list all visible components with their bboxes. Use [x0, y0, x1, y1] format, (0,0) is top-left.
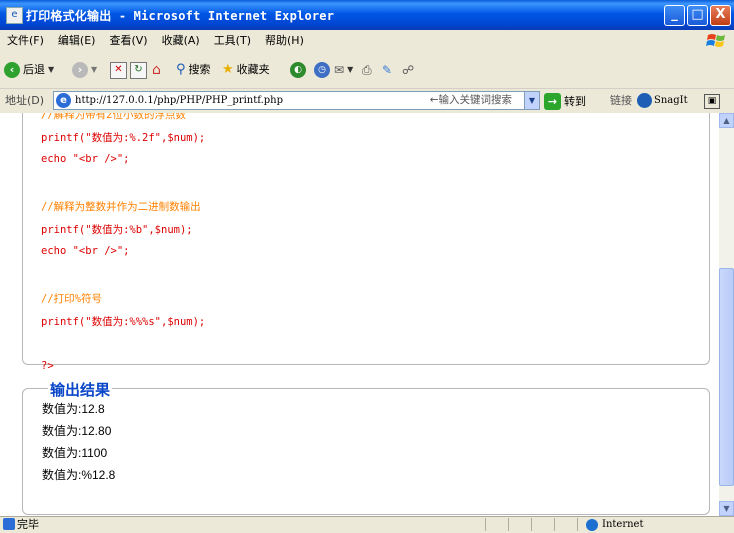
- home-button[interactable]: ⌂: [152, 60, 161, 80]
- search-hint: ←输入关键词搜索: [429, 94, 512, 106]
- go-button[interactable]: → 转到: [544, 91, 586, 111]
- forward-button[interactable]: › ▼: [72, 60, 97, 80]
- code-line: printf("数值为:%.2f",$num);: [41, 132, 206, 144]
- status-divider: [554, 518, 555, 531]
- status-divider: [531, 518, 532, 531]
- go-label: 转到: [564, 95, 586, 108]
- mail-button[interactable]: ✉ ▼: [334, 60, 353, 80]
- code-line: ?>: [41, 360, 54, 372]
- code-comment: //打印%符号: [41, 293, 102, 305]
- status-text: 完毕: [17, 518, 39, 531]
- search-label: 搜索: [188, 63, 211, 76]
- chevron-down-icon: ▼: [48, 65, 55, 74]
- search-button[interactable]: ⚲ 搜索: [176, 60, 211, 80]
- ie-page-icon: e: [6, 7, 23, 24]
- code-line: echo "<br />";: [41, 153, 130, 165]
- url-input[interactable]: e http://127.0.0.1/php/PHP/PHP_printf.ph…: [53, 91, 527, 110]
- result-panel: [22, 388, 710, 515]
- zone-label: Internet: [602, 519, 644, 530]
- chevron-down-icon: ▼: [91, 65, 98, 74]
- stop-button[interactable]: ✕: [110, 60, 127, 80]
- refresh-icon: ↻: [130, 61, 147, 79]
- minimize-button[interactable]: _: [664, 5, 685, 26]
- vertical-scrollbar[interactable]: ▲ ▼: [719, 113, 734, 516]
- chevron-down-icon: ▼: [347, 65, 354, 74]
- security-zone: Internet: [586, 517, 643, 532]
- status-divider: [485, 518, 486, 531]
- menu-tools[interactable]: 工具(T): [207, 30, 258, 52]
- favorites-label: 收藏夹: [236, 63, 270, 76]
- scroll-up-button[interactable]: ▲: [719, 113, 734, 128]
- menu-edit[interactable]: 编辑(E): [51, 30, 103, 52]
- address-bar: 地址(D) e http://127.0.0.1/php/PHP/PHP_pri…: [0, 89, 734, 114]
- menu-bar: 文件(F) 编辑(E) 查看(V) 收藏(A) 工具(T) 帮助(H): [0, 30, 734, 53]
- favorites-button[interactable]: ★ 收藏夹: [222, 60, 270, 80]
- links-button[interactable]: 链接: [610, 89, 632, 113]
- snagit-icon: [637, 93, 652, 108]
- page-content: //解释为带有2位小数的浮点数 printf("数值为:%.2f",$num); e…: [0, 113, 719, 516]
- code-comment: //解释为带有2位小数的浮点数: [41, 113, 186, 121]
- snagit-capture-icon[interactable]: ▣: [704, 94, 720, 109]
- result-legend: 输出结果: [48, 379, 113, 400]
- standard-toolbar: ‹ 后退 ▼ › ▼ ✕ ↻ ⌂ ⚲ 搜索 ★ 收藏夹 ◐ ◷ ✉ ▼ ⎙ ✎ …: [0, 52, 734, 89]
- code-line: echo "<br />";: [41, 245, 130, 257]
- snagit-label: SnagIt: [654, 95, 688, 106]
- messenger-button[interactable]: ☍: [402, 60, 414, 80]
- print-icon: ⎙: [362, 63, 372, 77]
- menu-favorites[interactable]: 收藏(A): [155, 30, 207, 52]
- star-icon: ★: [222, 62, 234, 77]
- snagit-button[interactable]: SnagIt: [637, 93, 688, 108]
- page-icon: [3, 518, 15, 530]
- back-button[interactable]: ‹ 后退 ▼: [4, 60, 54, 80]
- title-bar[interactable]: e 打印格式化输出 - Microsoft Internet Explorer …: [0, 0, 734, 30]
- go-arrow-icon: →: [544, 92, 561, 110]
- status-divider: [577, 518, 578, 531]
- close-button[interactable]: X: [710, 5, 731, 26]
- refresh-button[interactable]: ↻: [130, 60, 147, 80]
- url-text: http://127.0.0.1/php/PHP/PHP_printf.php: [75, 95, 284, 106]
- status-divider: [508, 518, 509, 531]
- media-icon: ◐: [290, 62, 306, 78]
- stop-icon: ✕: [110, 61, 127, 79]
- edit-icon: ✎: [382, 63, 393, 77]
- result-line: 数值为:12.80: [42, 424, 112, 438]
- code-line: printf("数值为:%b",$num);: [41, 224, 193, 236]
- back-label: 后退: [23, 63, 45, 76]
- back-arrow-icon: ‹: [4, 62, 20, 78]
- home-icon: ⌂: [152, 62, 161, 78]
- result-line: 数值为:%12.8: [42, 468, 116, 482]
- windows-logo-icon: [706, 34, 725, 47]
- mail-icon: ✉: [334, 63, 345, 77]
- code-line: printf("数值为:%%%s",$num);: [41, 316, 206, 328]
- ie-icon: e: [56, 93, 71, 108]
- address-dropdown-button[interactable]: ▼: [524, 91, 540, 110]
- menu-file[interactable]: 文件(F): [0, 30, 51, 52]
- globe-icon: [586, 518, 598, 531]
- media-button[interactable]: ◐: [290, 60, 306, 80]
- print-button[interactable]: ⎙: [362, 60, 372, 80]
- history-button[interactable]: ◷: [314, 60, 330, 80]
- status-bar: 完毕 Internet: [0, 516, 734, 533]
- result-line: 数值为:1100: [42, 446, 108, 460]
- code-comment: //解释为整数并作为二进制数输出: [41, 201, 201, 213]
- edit-button[interactable]: ✎: [382, 60, 392, 80]
- menu-view[interactable]: 查看(V): [102, 30, 154, 52]
- scroll-thumb[interactable]: [719, 268, 734, 486]
- result-line: 数值为:12.8: [42, 402, 105, 416]
- history-icon: ◷: [314, 62, 330, 78]
- window-title: 打印格式化输出 - Microsoft Internet Explorer: [26, 9, 335, 23]
- messenger-icon: ☍: [402, 63, 415, 77]
- scroll-down-button[interactable]: ▼: [719, 501, 734, 516]
- search-icon: ⚲: [176, 62, 186, 77]
- menu-help[interactable]: 帮助(H): [258, 30, 311, 52]
- forward-arrow-icon: ›: [72, 62, 88, 78]
- maximize-button[interactable]: □: [687, 5, 708, 26]
- address-label: 地址(D): [5, 94, 45, 107]
